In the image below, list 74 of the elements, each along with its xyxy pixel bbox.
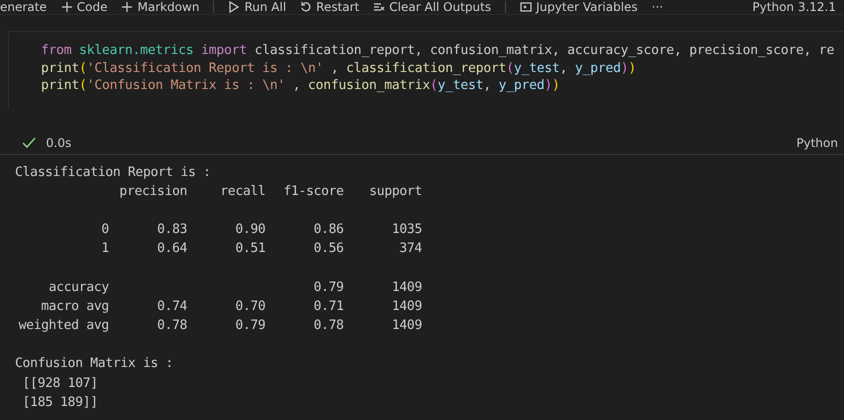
code-token: from bbox=[41, 43, 73, 58]
metric-value: 0.79 bbox=[312, 278, 344, 297]
metric-value: 0.86 bbox=[312, 221, 344, 240]
code-token: 'Classification Report is : \n' bbox=[86, 60, 324, 76]
code-token: print bbox=[41, 60, 80, 76]
matrix-row-text: [[928 107] bbox=[22, 376, 98, 391]
metric-value: 1409 bbox=[390, 317, 422, 336]
metric-value: 1035 bbox=[390, 221, 422, 240]
play-icon bbox=[228, 1, 240, 13]
code-token: ) bbox=[544, 78, 552, 93]
row-label: 0 bbox=[100, 221, 109, 240]
code-token: print bbox=[41, 78, 80, 93]
metric-value: 0.83 bbox=[156, 221, 188, 240]
output-text: Classification Report is : bbox=[15, 164, 212, 182]
metric-value: 0.74 bbox=[156, 298, 188, 316]
metric-value: 0.78 bbox=[312, 317, 344, 336]
code-token: ) bbox=[552, 78, 560, 93]
toolbar-button[interactable]: Markdown bbox=[121, 0, 200, 14]
code-token: import bbox=[201, 43, 247, 58]
plus-icon bbox=[60, 1, 73, 13]
metric-value: 0.78 bbox=[156, 317, 188, 336]
metric-value: 0.79 bbox=[234, 317, 266, 336]
metric-value: 0.71 bbox=[312, 298, 344, 316]
metric-value: 0.56 bbox=[312, 240, 344, 258]
output-text: Confusion Matrix is : bbox=[15, 355, 174, 374]
metric-value: 374 bbox=[398, 240, 422, 258]
code-token: , bbox=[330, 60, 340, 76]
column-header: support bbox=[368, 182, 422, 201]
code-token: classification_report bbox=[346, 60, 506, 76]
column-header: recall bbox=[219, 182, 266, 201]
metric-value: 0.90 bbox=[234, 221, 266, 240]
code-token: confusion_matrix bbox=[308, 78, 430, 93]
clear-icon bbox=[373, 1, 386, 13]
metric-value: 1409 bbox=[390, 278, 422, 297]
toolbar-button[interactable]: ··· bbox=[652, 0, 664, 14]
column-header: precision bbox=[118, 182, 188, 201]
code-token: , bbox=[560, 60, 568, 76]
code-token: ( bbox=[506, 60, 514, 76]
kernel-button[interactable]: Python 3.12.1 bbox=[752, 0, 836, 14]
metric-value: 0.70 bbox=[234, 298, 266, 316]
execution-time: 0.0s bbox=[46, 136, 72, 150]
code-token: , bbox=[483, 78, 492, 93]
row-label: accuracy bbox=[48, 278, 109, 297]
code-token: classification_report, confusion_matrix, accuracy_score, precision_score, re bbox=[254, 43, 834, 58]
metric-value: 0.64 bbox=[156, 240, 188, 258]
code-token: sklearn.metrics bbox=[79, 43, 195, 58]
code-token: ( bbox=[79, 60, 87, 76]
metric-value: 0.51 bbox=[234, 240, 266, 258]
toolbar-button[interactable]: Code bbox=[60, 0, 108, 14]
code-token: y_pred bbox=[574, 60, 621, 76]
toolbar-button[interactable]: Jupyter Variables bbox=[520, 0, 638, 14]
restart-icon bbox=[300, 1, 312, 13]
row-label: macro avg bbox=[40, 298, 109, 316]
code-token: , bbox=[292, 78, 302, 93]
code-token: 'Confusion Matrix is : \n' bbox=[86, 78, 286, 93]
row-label: 1 bbox=[100, 240, 109, 258]
code-token: y_pred bbox=[498, 78, 544, 93]
toolbar-button[interactable]: Run All bbox=[228, 0, 286, 14]
plus-icon bbox=[121, 1, 134, 13]
metric-value: 1409 bbox=[390, 298, 422, 316]
code-token: y_test bbox=[514, 60, 560, 76]
toolbar-button[interactable]: Restart bbox=[300, 0, 360, 14]
code-token: y_test bbox=[438, 78, 484, 93]
code-token: ( bbox=[430, 78, 438, 93]
column-header: f1-score bbox=[282, 182, 344, 201]
matrix-row-text: [185 189]] bbox=[22, 394, 98, 410]
cell-language[interactable]: Python bbox=[796, 136, 838, 150]
code-token: ) bbox=[620, 60, 628, 76]
code-token: ) bbox=[628, 60, 636, 76]
row-label: weighted avg bbox=[18, 317, 109, 336]
toolbar-button[interactable]: enerate bbox=[0, 0, 47, 14]
variables-icon bbox=[520, 1, 532, 13]
toolbar-button[interactable]: Clear All Outputs bbox=[373, 0, 492, 14]
code-token: ( bbox=[79, 78, 87, 93]
